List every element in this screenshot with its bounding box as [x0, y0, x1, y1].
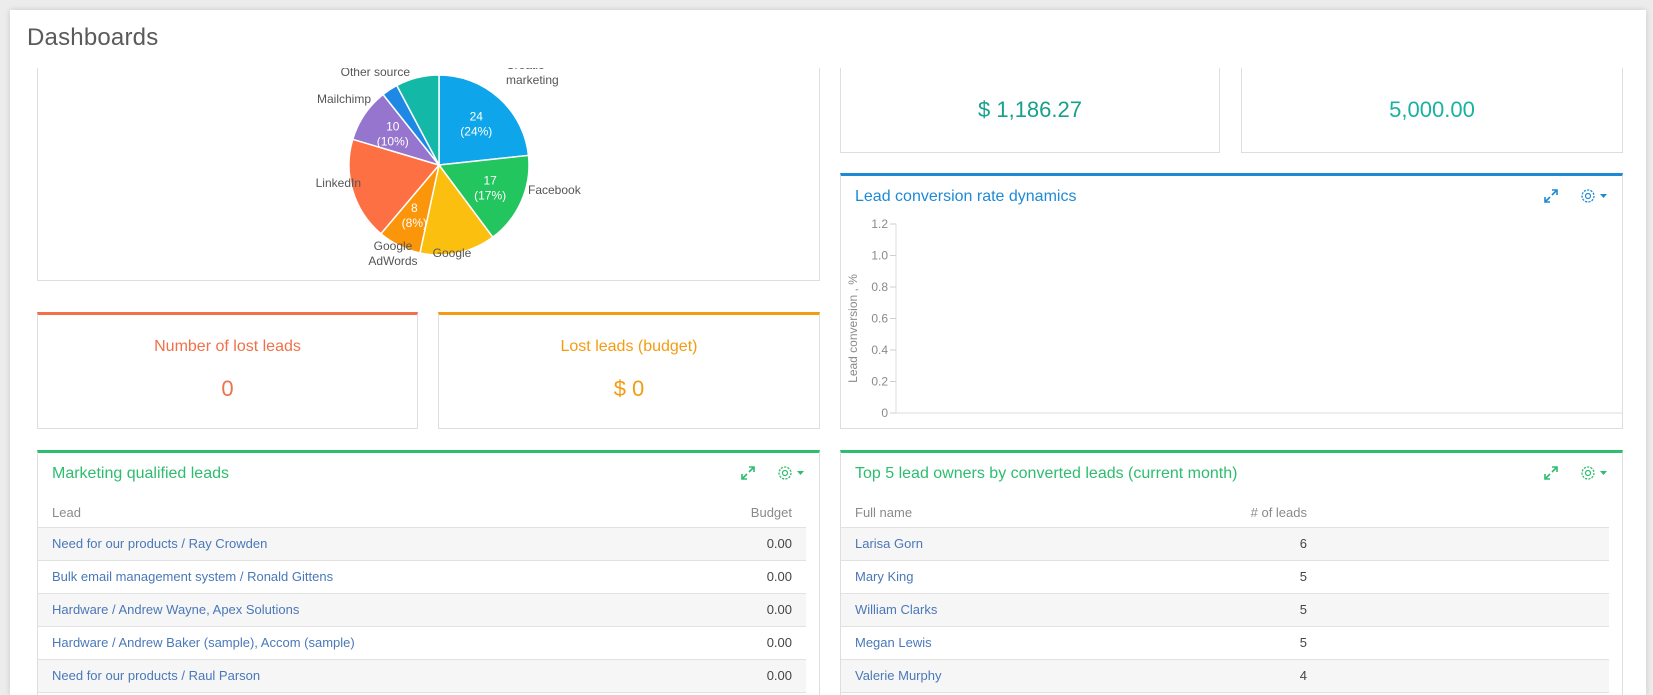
pie-legend-label: AdWords — [368, 254, 417, 268]
column-header-lead[interactable]: Lead — [38, 499, 646, 528]
marketing-qualified-leads-widget: Marketing qualified leads Lead Budget Ne… — [37, 450, 820, 695]
owner-link[interactable]: Mary King — [841, 560, 1141, 594]
pie-data-label: (17%) — [474, 188, 506, 202]
lead-link[interactable]: Hardware / Andrew Baker (sample), Accom … — [38, 626, 646, 660]
dashboard-scroll-area[interactable]: 24 (24%) 17 (17%) 8 (8%) 10 (10%) Creatio marketi… — [10, 68, 1646, 695]
y-tick-label: 0.4 — [871, 343, 888, 357]
table-row[interactable]: Hardware / Andrew Wayne, Apex Solutions 0… — [38, 593, 806, 627]
kpi-value: $ 0 — [613, 376, 645, 401]
lead-count-cell: 5 — [1141, 626, 1321, 660]
column-header-lead-count[interactable]: # of leads — [1141, 499, 1321, 528]
y-tick-label: 1.0 — [871, 249, 888, 263]
page-title: Dashboards — [27, 24, 159, 51]
lead-link[interactable]: Bulk email management system / Ronald Gi… — [38, 560, 646, 594]
mql-table: Lead Budget Need for our products / Ray … — [38, 499, 806, 693]
y-tick-label: 0.8 — [871, 280, 888, 294]
widget-title: Marketing qualified leads — [52, 465, 229, 482]
expand-icon[interactable] — [1544, 189, 1558, 203]
lead-count-cell: 6 — [1141, 527, 1321, 561]
column-header-full-name[interactable]: Full name — [841, 499, 1141, 528]
pie-legend-label: Facebook — [528, 183, 582, 197]
table-row[interactable]: Hardware / Andrew Baker (sample), Accom … — [38, 626, 806, 660]
gear-icon[interactable] — [1580, 465, 1610, 481]
column-header-budget[interactable]: Budget — [646, 499, 806, 528]
kpi-title: Number of lost leads — [154, 338, 301, 355]
pie-legend-label: Other source — [341, 68, 411, 79]
widget-tools — [741, 465, 807, 481]
pie-data-label: 10 — [386, 120, 400, 134]
pie-legend-label: Creatio — [506, 68, 545, 72]
pie-legend-label: Mailchimp — [317, 92, 371, 106]
column-spacer — [1321, 499, 1609, 528]
table-row[interactable]: Need for our products / Ray Crowden 0.00 — [38, 527, 806, 561]
y-tick-label: 0 — [881, 406, 888, 420]
pie-slice[interactable] — [438, 74, 530, 166]
pie-data-label: 8 — [411, 201, 418, 215]
budget-cell: 0.00 — [646, 626, 806, 660]
pie-data-label: (10%) — [377, 135, 409, 149]
expand-icon[interactable] — [741, 466, 755, 480]
kpi-title: Lost leads (budget) — [560, 338, 698, 355]
table-row[interactable]: William Clarks 5 — [841, 593, 1609, 627]
table-row[interactable]: Valerie Murphy 4 — [841, 659, 1609, 693]
budget-cell: 0.00 — [646, 560, 806, 594]
top-lead-owners-widget: Top 5 lead owners by converted leads (cu… — [840, 450, 1623, 695]
lead-count-cell: 4 — [1141, 659, 1321, 693]
lead-conversion-widget: Lead conversion rate dynamics 0 0.2 0.4 0.6… — [840, 173, 1623, 429]
top5-table: Full name # of leads Larisa Gorn 6 Mary Ki… — [841, 499, 1609, 693]
spacer-cell — [1321, 593, 1609, 627]
pie-legend-label: LinkedIn — [316, 176, 361, 190]
owner-link[interactable]: William Clarks — [841, 593, 1141, 627]
widget-title: Top 5 lead owners by converted leads (cu… — [855, 465, 1238, 482]
kpi-planned-budget-widget: 5,000.00 — [1241, 68, 1623, 153]
gear-icon[interactable] — [1580, 188, 1610, 204]
gear-icon[interactable] — [777, 465, 807, 481]
budget-cell: 0.00 — [646, 527, 806, 561]
owner-link[interactable]: Larisa Gorn — [841, 527, 1141, 561]
y-axis-title: Lead conversion , % — [846, 274, 860, 383]
lead-link[interactable]: Hardware / Andrew Wayne, Apex Solutions — [38, 593, 646, 627]
budget-cell: 0.00 — [646, 659, 806, 693]
table-row[interactable]: Mary King 5 — [841, 560, 1609, 594]
spacer-cell — [1321, 626, 1609, 660]
conversion-chart: 0 0.2 0.4 0.6 0.8 1.0 1.2 Lead conversion , % — [846, 217, 1622, 420]
dashboard-page: Dashboards 24 (24%) 17 (17%) 8 (8%) 10 (10%) Cre… — [10, 10, 1646, 695]
lead-count-cell: 5 — [1141, 560, 1321, 594]
pie-legend-label: Google — [374, 239, 413, 253]
pie-data-label: 17 — [483, 173, 497, 187]
lost-leads-count-widget: Number of lost leads 0 — [37, 312, 418, 429]
pie-legend-label: marketing — [506, 73, 559, 87]
owner-link[interactable]: Valerie Murphy — [841, 659, 1141, 693]
y-tick-label: 0.2 — [871, 375, 888, 389]
pie-data-label: 24 — [470, 109, 484, 123]
leads-by-source-widget: 24 (24%) 17 (17%) 8 (8%) 10 (10%) Creatio marketi… — [37, 68, 820, 281]
lead-link[interactable]: Need for our products / Raul Parson — [38, 659, 646, 693]
table-row[interactable]: Megan Lewis 5 — [841, 626, 1609, 660]
pie-chart: 24(24%) 17(17%) 8(8%) 10(10%) Creatiomarketi… — [316, 68, 582, 268]
pie-legend-label: Google — [433, 246, 472, 260]
budget-cell: 0.00 — [646, 593, 806, 627]
widget-tools — [1544, 465, 1610, 481]
spacer-cell — [1321, 560, 1609, 594]
y-tick-label: 1.2 — [871, 217, 888, 231]
lost-leads-budget-widget: Lost leads (budget) $ 0 — [438, 312, 820, 429]
lead-count-cell: 5 — [1141, 593, 1321, 627]
owner-link[interactable]: Megan Lewis — [841, 626, 1141, 660]
spacer-cell — [1321, 527, 1609, 561]
pie-data-label: (8%) — [402, 216, 427, 230]
kpi-actual-budget-widget: $ 1,186.27 — [840, 68, 1220, 153]
widget-tools — [1544, 188, 1610, 204]
table-row[interactable]: Bulk email management system / Ronald Gi… — [38, 560, 806, 594]
lead-link[interactable]: Need for our products / Ray Crowden — [38, 527, 646, 561]
widget-title: Lead conversion rate dynamics — [855, 188, 1077, 205]
y-tick-label: 0.6 — [871, 312, 888, 326]
kpi-planned-value: 5,000.00 — [1389, 97, 1475, 122]
spacer-cell — [1321, 659, 1609, 693]
kpi-actual-value: $ 1,186.27 — [978, 97, 1082, 122]
table-row[interactable]: Need for our products / Raul Parson 0.00 — [38, 659, 806, 693]
table-row[interactable]: Larisa Gorn 6 — [841, 527, 1609, 561]
kpi-value: 0 — [221, 376, 234, 401]
pie-data-label: (24%) — [460, 124, 492, 138]
expand-icon[interactable] — [1544, 466, 1558, 480]
